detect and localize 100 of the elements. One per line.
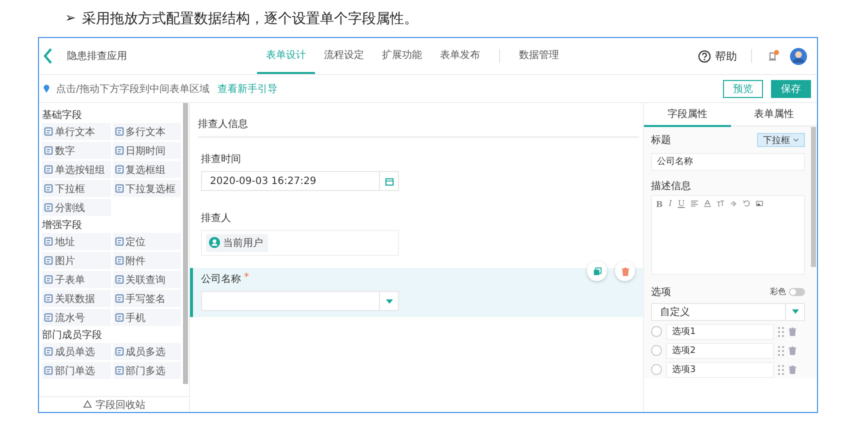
format-button[interactable]: I — [668, 199, 672, 208]
field-type-item[interactable]: 部门多选 — [112, 362, 181, 379]
field-type-icon — [44, 237, 53, 246]
trash-icon — [620, 266, 630, 276]
option-input[interactable]: 选项2 — [666, 342, 774, 358]
field-type-item[interactable]: 子表单 — [42, 271, 110, 288]
option-radio[interactable] — [651, 326, 662, 337]
description-label: 描述信息 — [651, 180, 692, 194]
field-type-item[interactable]: 复选框组 — [112, 161, 181, 178]
nav-tab[interactable]: 扩展功能 — [373, 38, 431, 74]
field-type-item[interactable]: 附件 — [112, 252, 181, 269]
field-label: 公司名称 — [201, 273, 241, 286]
option-input[interactable]: 选项1 — [666, 324, 774, 340]
drag-handle-icon[interactable] — [778, 364, 784, 374]
field-type-icon — [44, 127, 53, 136]
copy-icon — [592, 266, 602, 276]
align-icon[interactable] — [690, 200, 698, 207]
form-field[interactable]: 排查时间 2020-09-03 16:27:29 — [190, 148, 643, 197]
option-radio[interactable] — [651, 364, 662, 375]
nav-tab[interactable]: 流程设定 — [315, 38, 373, 74]
field-type-icon — [114, 313, 124, 322]
datetime-field[interactable]: 2020-09-03 16:27:29 — [201, 171, 399, 191]
option-source-select[interactable]: 自定义 — [651, 302, 805, 320]
field-type-icon — [44, 146, 53, 155]
field-type-item[interactable]: 定位 — [112, 233, 181, 250]
chevron-icon — [793, 138, 799, 142]
font-size-icon[interactable] — [716, 200, 724, 207]
field-type-item[interactable]: 关联数据 — [42, 290, 110, 307]
field-type-item[interactable]: 下拉框 — [42, 180, 110, 197]
field-type-icon — [114, 275, 124, 284]
field-type-item[interactable]: 地址 — [42, 233, 110, 250]
image-icon[interactable] — [756, 200, 763, 207]
field-type-icon — [44, 203, 53, 212]
group-title: 部门成员字段 — [42, 328, 103, 343]
recycle-icon — [82, 400, 92, 409]
avatar-icon[interactable] — [790, 48, 807, 64]
type-dropdown[interactable]: 下拉框 — [757, 133, 805, 147]
copy-button[interactable] — [587, 261, 607, 281]
format-button[interactable]: B — [656, 198, 663, 208]
field-type-item[interactable]: 成员单选 — [42, 343, 110, 360]
title-input[interactable]: 公司名称 — [651, 152, 805, 170]
field-type-icon — [44, 366, 53, 375]
option-radio[interactable] — [651, 345, 662, 356]
caret-icon — [792, 309, 798, 314]
drag-handle-icon[interactable] — [778, 346, 784, 356]
field-type-item[interactable]: 关联查询 — [112, 271, 181, 288]
help-icon — [698, 50, 711, 62]
scrollbar[interactable] — [183, 103, 188, 384]
scrollbar[interactable] — [811, 127, 816, 267]
recycle-bin-button[interactable]: 字段回收站 — [39, 396, 189, 412]
undo-icon[interactable] — [742, 200, 750, 207]
field-type-item[interactable]: 单行文本 — [42, 123, 110, 140]
select-field[interactable] — [201, 291, 399, 311]
notification-icon[interactable] — [766, 49, 780, 63]
field-label: 排查人 — [201, 212, 231, 225]
font-color-icon[interactable] — [704, 200, 711, 207]
form-field[interactable]: 排查人 当前用户 — [190, 207, 643, 262]
pin-icon — [43, 84, 50, 93]
field-type-icon — [44, 184, 53, 193]
field-type-icon — [44, 275, 53, 284]
field-type-icon — [114, 294, 124, 303]
delete-button[interactable] — [615, 261, 635, 281]
field-type-item[interactable]: 下拉复选框 — [112, 180, 181, 197]
field-type-icon — [114, 146, 124, 155]
option-input[interactable]: 选项3 — [666, 362, 774, 378]
field-type-item[interactable]: 流水号 — [42, 309, 110, 326]
field-type-item[interactable]: 单选按钮组 — [42, 161, 110, 178]
field-type-icon — [114, 184, 124, 193]
back-icon[interactable] — [43, 47, 53, 65]
field-type-item[interactable]: 数字 — [42, 142, 110, 159]
options-label: 选项 — [651, 286, 671, 298]
help-button[interactable]: 帮助 — [698, 48, 737, 64]
format-button[interactable]: U — [678, 199, 685, 208]
field-type-item[interactable]: 成员多选 — [112, 343, 181, 360]
field-type-item[interactable]: 部门单选 — [42, 362, 110, 379]
nav-tab[interactable]: 数据管理 — [510, 38, 568, 74]
field-type-item[interactable]: 手机 — [112, 309, 181, 326]
title-label: 标题 — [651, 134, 671, 147]
field-type-item[interactable]: 日期时间 — [112, 142, 181, 159]
delete-icon[interactable] — [788, 365, 797, 374]
field-type-icon — [44, 256, 53, 265]
rich-text-editor[interactable]: B I U — [651, 194, 805, 274]
field-type-icon — [44, 313, 53, 322]
field-type-item[interactable]: 多行文本 — [112, 123, 181, 140]
field-type-icon — [114, 127, 124, 136]
caption-text: 采用拖放方式配置数据结构，逐个设置单个字段属性。 — [82, 10, 418, 28]
user-chip[interactable]: 当前用户 — [206, 234, 268, 252]
drag-handle-icon[interactable] — [778, 326, 784, 336]
color-toggle[interactable] — [789, 288, 805, 296]
delete-icon[interactable] — [788, 346, 797, 355]
field-type-item[interactable]: 分割线 — [42, 199, 110, 216]
nav-tab[interactable]: 表单发布 — [431, 38, 489, 74]
required-mark: * — [244, 272, 249, 285]
group-title: 基础字段 — [42, 108, 83, 123]
user-icon — [209, 237, 220, 248]
form-field[interactable]: 公司名称 * — [190, 268, 643, 317]
caret-icon — [386, 298, 392, 304]
field-type-item[interactable]: 图片 — [42, 252, 110, 269]
field-type-item[interactable]: 手写签名 — [112, 290, 181, 307]
delete-icon[interactable] — [788, 327, 797, 336]
